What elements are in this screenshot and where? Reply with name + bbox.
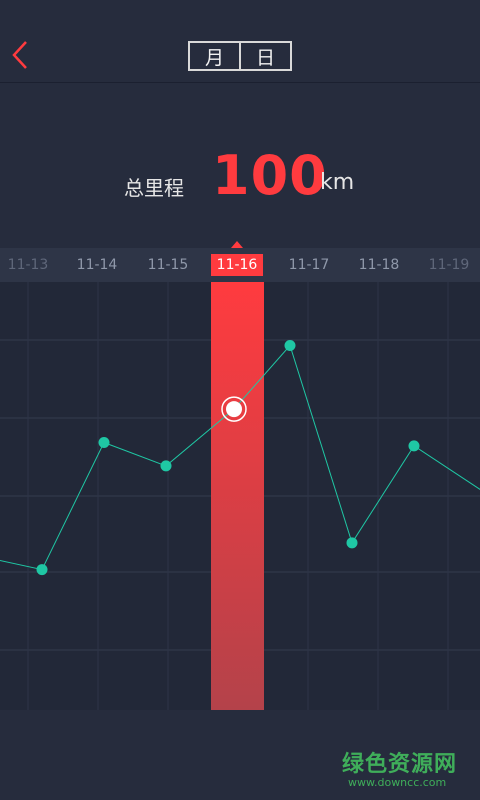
- selection-pointer-icon: [231, 241, 243, 248]
- top-bar: 月 日: [0, 0, 480, 83]
- distance-summary: 总里程 100 km: [0, 140, 480, 220]
- selected-data-point: [226, 401, 242, 418]
- summary-value: 100: [212, 144, 328, 207]
- selected-day-bar: [211, 282, 264, 710]
- summary-unit: km: [320, 170, 355, 195]
- date-strip: 11-13 11-14 11-15 11-16 11-17 11-18 11-1…: [0, 248, 480, 282]
- data-point: [36, 564, 48, 576]
- chevron-left-icon: [12, 41, 27, 69]
- watermark: 绿色资源网 www.downcc.com: [342, 746, 462, 789]
- summary-label: 总里程: [124, 176, 184, 200]
- chart-canvas: [0, 282, 480, 710]
- date-item[interactable]: 11-13: [2, 257, 54, 273]
- data-point: [346, 537, 358, 549]
- date-item[interactable]: 11-15: [142, 257, 194, 273]
- date-item[interactable]: 11-14: [71, 257, 123, 273]
- data-point: [284, 340, 296, 352]
- data-point: [408, 440, 420, 452]
- distance-chart: [0, 282, 480, 712]
- data-point: [160, 460, 172, 472]
- date-item-selected[interactable]: 11-16: [211, 254, 263, 276]
- watermark-url: www.downcc.com: [348, 776, 447, 789]
- month-tab[interactable]: 月: [190, 43, 239, 69]
- watermark-title: 绿色资源网: [342, 752, 458, 777]
- back-button[interactable]: [10, 38, 30, 72]
- date-item[interactable]: 11-17: [283, 257, 335, 273]
- period-toggle: 月 日: [188, 41, 292, 71]
- day-tab[interactable]: 日: [239, 43, 290, 69]
- date-item[interactable]: 11-19: [423, 257, 475, 273]
- date-item[interactable]: 11-18: [353, 257, 405, 273]
- data-point: [98, 437, 110, 448]
